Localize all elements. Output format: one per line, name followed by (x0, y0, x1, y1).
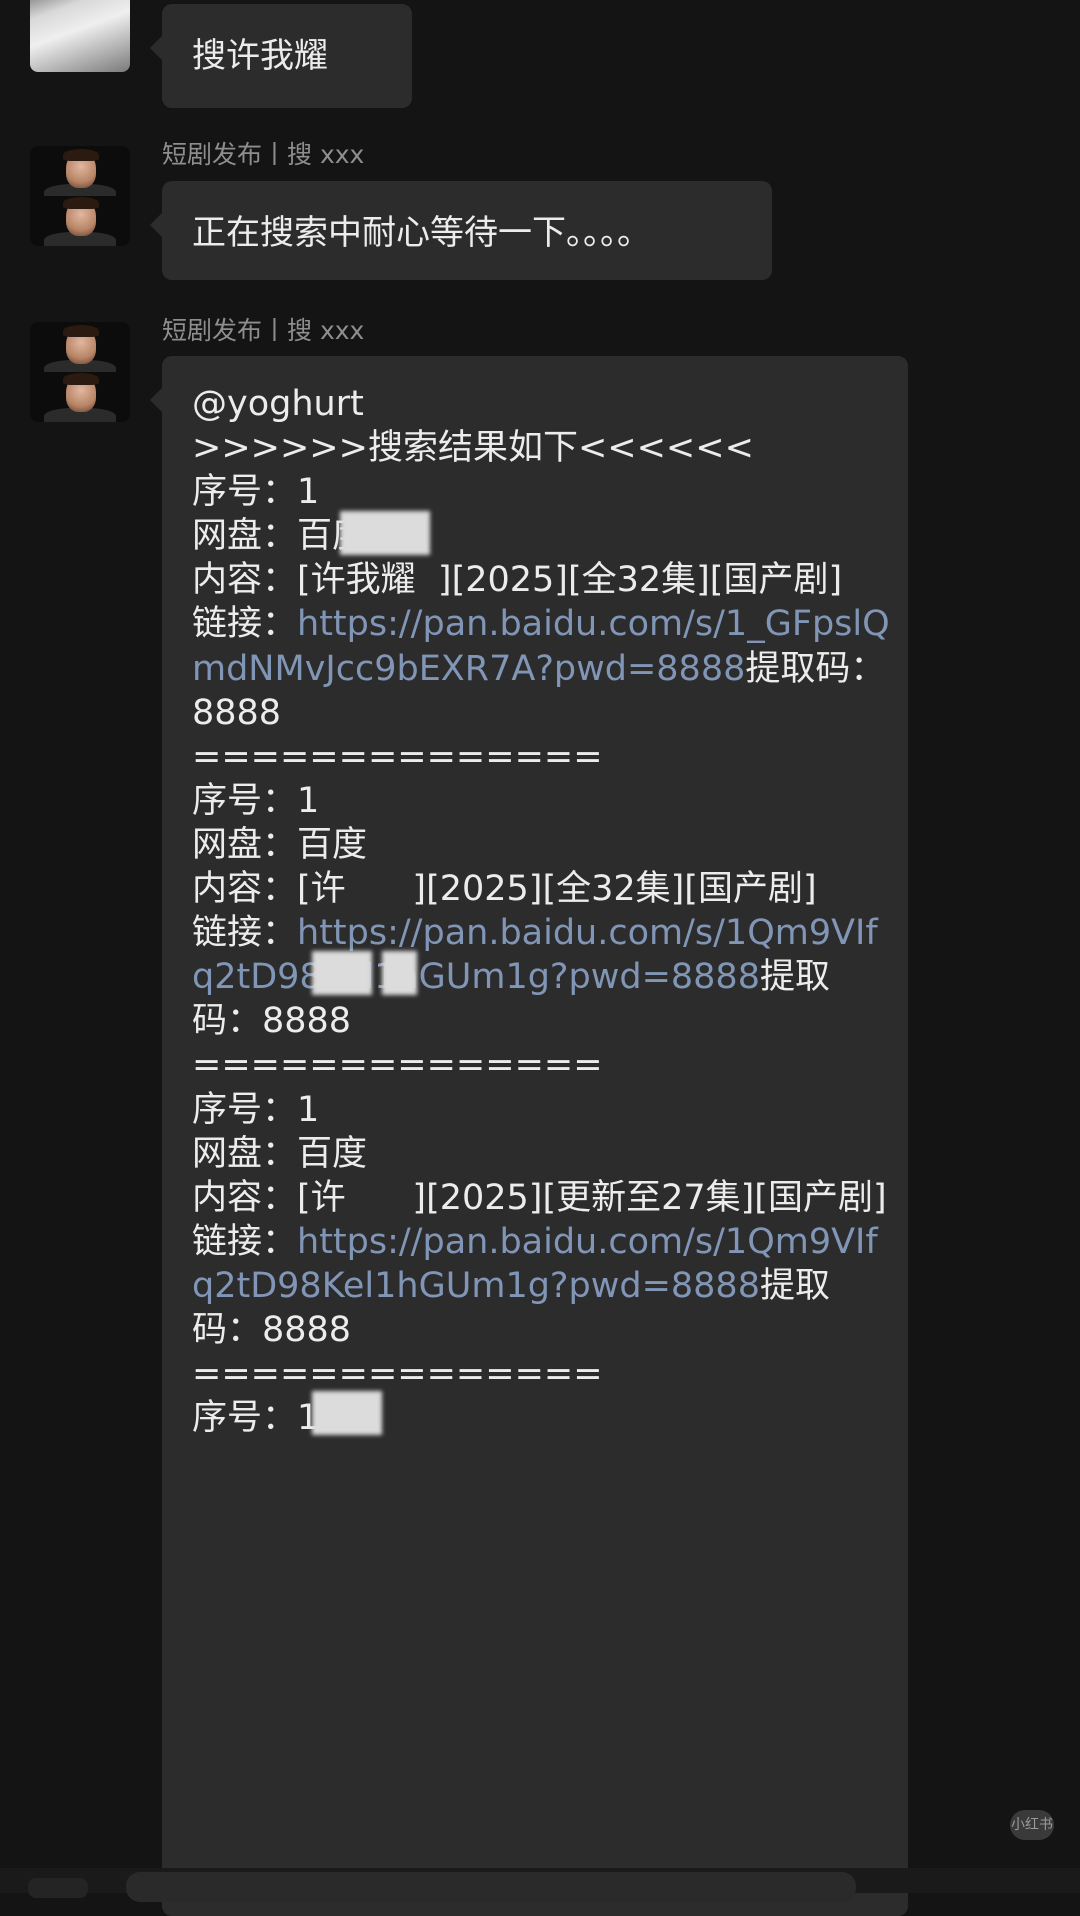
message-text: 搜许我耀 (192, 36, 328, 76)
result-link-label: 链接： (192, 604, 298, 645)
search-results-text: @yoghurt >>>>>>搜索结果如下<<<<<< 序号：1 网盘：百度 内… (192, 382, 892, 1440)
results-header: >>>>>>搜索结果如下<<<<<< (192, 428, 754, 469)
sender-name: 短剧发布丨搜 xxx (162, 140, 365, 169)
privacy-mosaic (340, 511, 430, 555)
user-avatar[interactable] (30, 0, 130, 72)
privacy-mosaic (312, 951, 372, 995)
separator: ============== (192, 736, 603, 777)
result-link-label: 链接： (192, 1221, 298, 1262)
privacy-mosaic (312, 1391, 382, 1435)
result-index-label: 序号： (192, 780, 298, 821)
result-disk: 百度 (297, 824, 368, 865)
result-disk-label: 网盘： (192, 1133, 298, 1174)
message-bubble-user[interactable]: 搜许我耀 (150, 4, 412, 108)
watermark: 小红书 (1010, 1810, 1054, 1840)
separator: ============== (192, 1354, 603, 1395)
privacy-mosaic (382, 951, 417, 995)
bot-avatar[interactable] (30, 322, 130, 422)
result-index: 1 (297, 472, 320, 513)
result-index-label: 序号： (192, 472, 298, 513)
result-content: [许 ][2025][更新至27集][国产剧] (297, 1177, 887, 1218)
result-disk-label: 网盘： (192, 516, 298, 557)
voice-icon[interactable] (28, 1878, 88, 1898)
result-content-label: 内容： (192, 1177, 298, 1218)
result-index-label: 序号： (192, 1089, 298, 1130)
separator: ============== (192, 1045, 603, 1086)
result-content: [许我耀 ][2025][全32集][国产剧] (297, 560, 843, 601)
result-content-label: 内容： (192, 869, 298, 910)
result-index: 1 (297, 780, 320, 821)
mention[interactable]: @yoghurt (192, 384, 364, 424)
result-disk: 百度 (297, 1133, 368, 1174)
message-input[interactable] (126, 1872, 856, 1902)
result-index-label: 序号： (192, 1398, 298, 1439)
result-index: 1 (297, 1089, 320, 1130)
message-bubble-search-results[interactable]: @yoghurt >>>>>>搜索结果如下<<<<<< 序号：1 网盘：百度 内… (150, 356, 908, 1916)
result-content-label: 内容： (192, 560, 298, 601)
result-link-label: 链接： (192, 913, 298, 954)
result-content: [许 ][2025][全32集][国产剧] (297, 869, 817, 910)
bot-avatar[interactable] (30, 146, 130, 246)
message-text: 正在搜索中耐心等待一下。。。。 (192, 213, 651, 253)
result-disk-label: 网盘： (192, 824, 298, 865)
message-bubble-bot[interactable]: 正在搜索中耐心等待一下。。。。 (150, 181, 772, 280)
sender-name: 短剧发布丨搜 xxx (162, 316, 365, 345)
